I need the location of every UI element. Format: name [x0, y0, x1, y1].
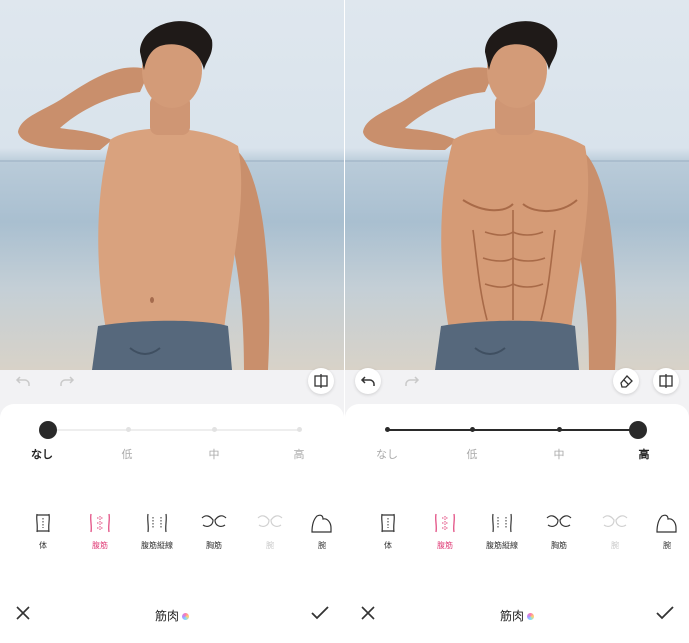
level-label-none[interactable]: なし: [31, 446, 53, 462]
tool-label: 腹筋: [437, 541, 453, 550]
tool-label: 腕: [611, 541, 619, 550]
slider-tick: [557, 427, 562, 432]
title-text: 筋肉: [154, 609, 179, 623]
slider-knob[interactable]: [39, 421, 57, 439]
tool-label: 腹筋縦線: [486, 541, 518, 550]
premium-badge-icon: [527, 613, 534, 620]
sheet-title: 筋肉: [0, 607, 344, 624]
tool-label: 体: [384, 541, 392, 550]
level-label-none[interactable]: なし: [376, 446, 398, 462]
level-label-high[interactable]: 高: [639, 446, 650, 462]
slider-tick: [470, 427, 475, 432]
tool-label: 腕: [663, 541, 671, 550]
slider-tick: [297, 427, 302, 432]
tool-label: 体: [39, 541, 47, 550]
body-tool-list: 体 腹筋 腹筋縦線 胸筋 腕 腕: [345, 512, 689, 562]
tool-arm[interactable]: 腕: [292, 512, 344, 551]
level-label-mid[interactable]: 中: [554, 446, 565, 462]
tool-chest[interactable]: 胸筋: [184, 512, 244, 551]
body-tool-list: 体 腹筋 腹筋縦線 胸筋 腕 腕: [0, 512, 344, 562]
level-label-low[interactable]: 低: [122, 446, 133, 462]
tool-label: 腕: [266, 541, 274, 550]
tool-arm-disabled[interactable]: 腕: [585, 512, 645, 551]
photo-after: [345, 0, 689, 370]
compare-icon[interactable]: [308, 368, 334, 394]
premium-badge-icon: [182, 613, 189, 620]
tool-body[interactable]: 体: [358, 512, 418, 551]
tool-label: 腹筋縦線: [141, 541, 173, 550]
tool-arm[interactable]: 腕: [637, 512, 689, 551]
tool-abs-lines[interactable]: 腹筋縦線: [472, 512, 532, 551]
slider-track: [48, 429, 300, 431]
check-icon[interactable]: [655, 604, 675, 626]
slider-tick: [212, 427, 217, 432]
title-text: 筋肉: [499, 609, 524, 623]
compare-icon[interactable]: [653, 368, 679, 394]
level-label-high[interactable]: 高: [294, 446, 305, 462]
undo-icon[interactable]: [355, 368, 381, 394]
photo-before: [0, 0, 344, 370]
undo-icon[interactable]: [10, 368, 36, 394]
redo-icon[interactable]: [54, 368, 80, 394]
level-label-mid[interactable]: 中: [209, 446, 220, 462]
sheet-footer: 筋肉: [0, 600, 344, 630]
eraser-icon[interactable]: [613, 368, 639, 394]
person-figure-muscular: [363, 21, 617, 370]
body-icon: [36, 513, 50, 533]
tool-arm-disabled[interactable]: 腕: [240, 512, 300, 551]
person-figure: [18, 21, 270, 370]
arm-icon: [602, 515, 628, 527]
sheet-title: 筋肉: [345, 607, 689, 624]
abs-lines-icon: [147, 513, 167, 533]
tools-sheet: 体 腹筋 腹筋縦線 胸筋 腕 腕 筋肉: [0, 482, 344, 643]
slider-tick: [126, 427, 131, 432]
redo-icon[interactable]: [399, 368, 425, 394]
arm-icon: [257, 515, 283, 527]
abs-lines-icon: [492, 513, 512, 533]
chest-icon: [201, 515, 227, 527]
tool-label: 腹筋: [92, 541, 108, 550]
chest-icon: [546, 515, 572, 527]
intensity-slider[interactable]: なし 低 中 高: [0, 404, 344, 482]
tool-label: 胸筋: [206, 541, 222, 550]
tool-abs[interactable]: 腹筋: [70, 512, 130, 551]
tool-abs[interactable]: 腹筋: [415, 512, 475, 551]
tool-abs-lines[interactable]: 腹筋縦線: [127, 512, 187, 551]
bicep-icon: [311, 514, 332, 533]
panel-before: なし 低 中 高 体 腹筋 腹筋縦線 胸筋 腕 腕 筋肉: [0, 0, 344, 643]
tools-sheet: 体 腹筋 腹筋縦線 胸筋 腕 腕 筋肉: [345, 482, 689, 643]
tool-label: 胸筋: [551, 541, 567, 550]
panel-after: なし 低 中 高 体 腹筋 腹筋縦線 胸筋 腕 腕 筋肉: [345, 0, 689, 643]
slider-knob[interactable]: [629, 421, 647, 439]
abs-icon: [435, 513, 455, 533]
slider-track: [387, 429, 639, 431]
edit-toolbar: [0, 362, 344, 400]
bicep-icon: [656, 514, 677, 533]
abs-icon: [90, 513, 110, 533]
tool-label: 腕: [318, 541, 326, 550]
sheet-footer: 筋肉: [345, 600, 689, 630]
edit-toolbar: [345, 362, 689, 400]
intensity-slider[interactable]: なし 低 中 高: [345, 404, 689, 482]
check-icon[interactable]: [310, 604, 330, 626]
body-icon: [381, 513, 395, 533]
level-label-low[interactable]: 低: [467, 446, 478, 462]
tool-chest[interactable]: 胸筋: [529, 512, 589, 551]
tool-body[interactable]: 体: [13, 512, 73, 551]
slider-tick: [385, 427, 390, 432]
screen: なし 低 中 高 体 腹筋 腹筋縦線 胸筋 腕 腕 筋肉 なし 低 中 高 体 …: [0, 0, 689, 643]
